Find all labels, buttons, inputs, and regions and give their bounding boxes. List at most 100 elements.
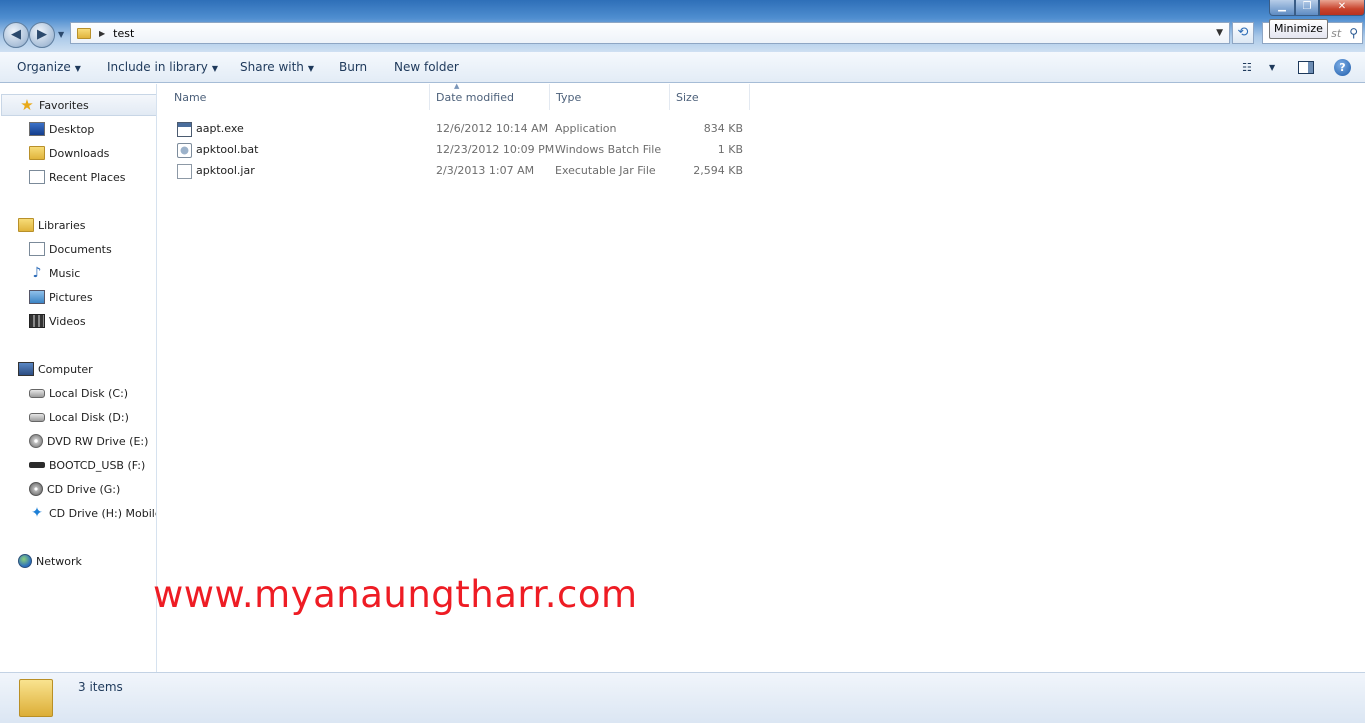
details-pane: 3 items <box>0 672 1365 723</box>
forward-arrow-icon: ▶ <box>37 27 47 42</box>
file-size: 834 KB <box>703 122 743 135</box>
recent-pages-dropdown-icon[interactable]: ▼ <box>58 30 64 39</box>
nav-music[interactable]: ♪ Music <box>29 264 81 282</box>
address-dropdown-icon[interactable]: ▼ <box>1216 28 1223 38</box>
file-row[interactable]: aapt.exe 12/6/2012 10:14 AM Application … <box>174 119 750 139</box>
nav-recent-places[interactable]: Recent Places <box>29 168 126 186</box>
nav-network-label: Network <box>36 554 82 568</box>
column-header-size[interactable]: Size <box>670 84 750 110</box>
file-row[interactable]: apktool.jar 2/3/2013 1:07 AM Executable … <box>174 161 750 181</box>
nav-dvd-rw-drive-e-label: DVD RW Drive (E:) <box>47 434 149 448</box>
file-name[interactable]: apktool.bat <box>196 143 258 156</box>
nav-local-disk-c-label: Local Disk (C:) <box>49 386 129 400</box>
folder-icon <box>77 27 91 39</box>
nav-local-disk-c[interactable]: Local Disk (C:) <box>29 384 128 402</box>
nav-documents[interactable]: Documents <box>29 240 112 258</box>
file-name[interactable]: apktool.jar <box>196 164 255 177</box>
include-in-library-button[interactable]: Include in library ▼ <box>107 60 218 74</box>
downloads-folder-icon <box>29 146 45 160</box>
maximize-button[interactable]: ❐ <box>1295 0 1319 16</box>
nav-recent-places-label: Recent Places <box>49 170 126 184</box>
nav-network[interactable]: Network <box>18 552 82 570</box>
star-icon: ★ <box>20 96 34 114</box>
nav-dvd-rw-drive-e[interactable]: DVD RW Drive (E:) <box>29 432 148 450</box>
nav-pictures[interactable]: Pictures <box>29 288 93 306</box>
breadcrumb-current-folder[interactable]: test <box>113 27 134 40</box>
desktop-icon <box>29 122 45 136</box>
nav-libraries-label: Libraries <box>38 218 86 232</box>
chevron-down-icon: ▼ <box>74 64 81 73</box>
chevron-down-icon: ▼ <box>307 64 315 73</box>
file-type: Windows Batch File <box>555 143 662 156</box>
nav-libraries[interactable]: Libraries <box>18 216 86 234</box>
cd-drive-icon <box>29 482 43 496</box>
recent-places-icon <box>29 170 45 184</box>
hard-disk-icon <box>29 412 45 422</box>
nav-videos[interactable]: Videos <box>29 312 86 330</box>
organize-button[interactable]: Organize ▼ <box>17 60 81 74</box>
burn-button[interactable]: Burn <box>339 60 367 74</box>
change-view-icon[interactable]: ☷ <box>1242 61 1252 74</box>
help-button[interactable]: ? <box>1334 59 1351 76</box>
close-button[interactable]: ✕ <box>1319 0 1365 16</box>
music-note-icon: ♪ <box>32 265 42 281</box>
nav-favorites[interactable]: ★ Favorites <box>1 94 156 116</box>
nav-cd-drive-h[interactable]: ✦ CD Drive (H:) Mobile P <box>29 504 156 522</box>
file-date-modified: 2/3/2013 1:07 AM <box>436 164 535 177</box>
refresh-button[interactable]: ⟲ <box>1232 22 1254 44</box>
command-toolbar: Organize ▼ Include in library ▼ Share with… <box>0 52 1365 83</box>
nav-bootcd-usb-f[interactable]: BOOTCD_USB (F:) <box>29 456 145 474</box>
nav-cd-drive-g-label: CD Drive (G:) <box>47 482 121 496</box>
breadcrumb-chevron-icon[interactable]: ▶ <box>99 29 105 38</box>
share-with-button[interactable]: Share with ▼ <box>240 60 314 74</box>
nav-videos-label: Videos <box>49 314 86 328</box>
column-header-type[interactable]: Type <box>550 84 670 110</box>
pictures-icon <box>29 290 45 304</box>
title-bar: ◀ ▶ ▼ ▶ test ▼ ⟲ st ⚲ ▁ ❐ ✕ Minimize <box>0 0 1365 52</box>
jar-icon <box>177 164 192 179</box>
nav-cd-drive-h-label: CD Drive (H:) Mobile P <box>49 506 156 520</box>
nav-desktop-label: Desktop <box>49 122 95 136</box>
nav-music-label: Music <box>49 266 81 280</box>
file-type: Executable Jar File <box>555 164 656 177</box>
nav-downloads[interactable]: Downloads <box>29 144 109 162</box>
address-bar[interactable]: ▶ test ▼ <box>70 22 1230 44</box>
new-folder-button[interactable]: New folder <box>394 60 459 74</box>
organize-label: Organize <box>17 60 71 74</box>
preview-pane-icon[interactable] <box>1298 61 1314 74</box>
minimize-tooltip: Minimize <box>1269 19 1328 39</box>
computer-icon <box>18 362 34 376</box>
file-name[interactable]: aapt.exe <box>196 122 244 135</box>
file-size: 1 KB <box>717 143 743 156</box>
chevron-down-icon: ▼ <box>211 64 219 73</box>
file-date-modified: 12/23/2012 10:09 PM <box>436 143 555 156</box>
column-header-date-modified[interactable]: Date modified <box>430 84 550 110</box>
nav-cd-drive-g[interactable]: CD Drive (G:) <box>29 480 120 498</box>
back-button[interactable]: ◀ <box>3 22 29 48</box>
include-in-library-label: Include in library <box>107 60 208 74</box>
nav-pictures-label: Pictures <box>49 290 93 304</box>
libraries-icon <box>18 218 34 232</box>
usb-drive-icon <box>29 462 45 468</box>
file-date-modified: 12/6/2012 10:14 AM <box>436 122 549 135</box>
watermark-text: www.myanaungtharr.com <box>153 573 638 616</box>
share-with-label: Share with <box>240 60 304 74</box>
bat-icon <box>177 143 192 158</box>
documents-icon <box>29 242 45 256</box>
minimize-icon: ▁ <box>1278 1 1286 12</box>
restore-icon: ❐ <box>1302 1 1312 12</box>
window-controls: ▁ ❐ ✕ <box>1269 0 1365 16</box>
column-header-name[interactable]: Name <box>168 84 430 110</box>
search-icon[interactable]: ⚲ <box>1349 26 1358 40</box>
search-placeholder: st <box>1331 26 1342 40</box>
nav-computer[interactable]: Computer <box>18 360 93 378</box>
file-row[interactable]: apktool.bat 12/23/2012 10:09 PM Windows … <box>174 140 750 160</box>
nav-local-disk-d[interactable]: Local Disk (D:) <box>29 408 129 426</box>
close-icon: ✕ <box>1337 1 1347 12</box>
view-options-dropdown-icon[interactable]: ▼ <box>1269 63 1275 72</box>
nav-computer-label: Computer <box>38 362 93 376</box>
nav-local-disk-d-label: Local Disk (D:) <box>49 410 129 424</box>
nav-desktop[interactable]: Desktop <box>29 120 94 138</box>
forward-button[interactable]: ▶ <box>29 22 55 48</box>
minimize-button[interactable]: ▁ <box>1269 0 1295 16</box>
